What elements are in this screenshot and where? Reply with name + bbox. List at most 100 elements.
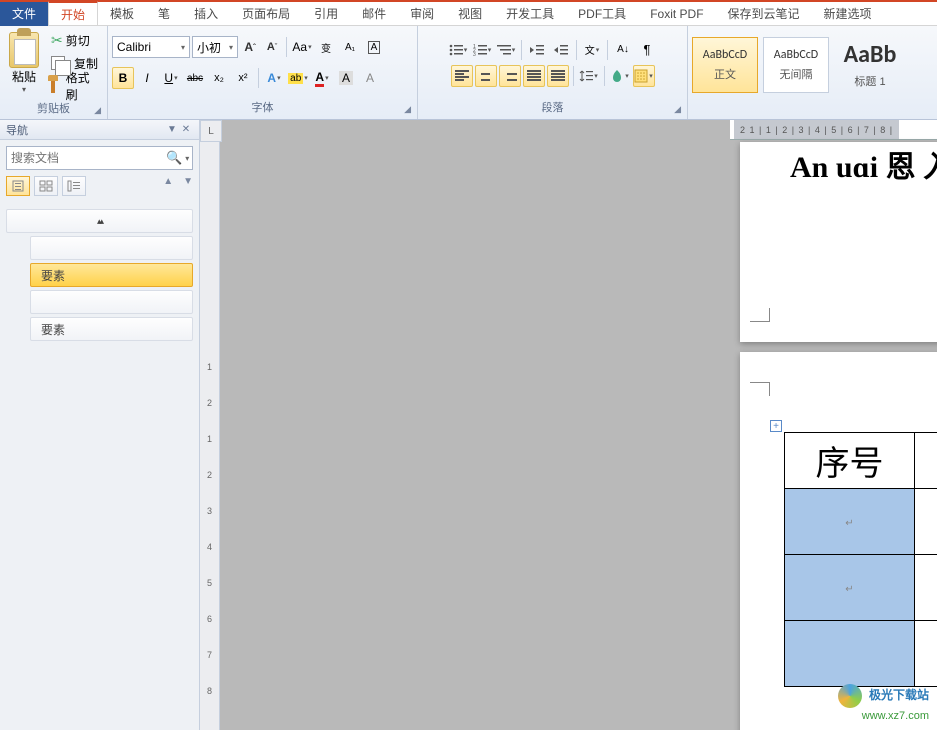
watermark-logo-icon xyxy=(838,684,862,708)
tab-savecloud[interactable]: 保存到云笔记 xyxy=(716,2,812,26)
style-heading1[interactable]: AaBb 标题 1 xyxy=(834,37,906,93)
nav-view-pages[interactable] xyxy=(34,176,58,196)
watermark-url: www.xz7.com xyxy=(862,710,929,722)
nav-dropdown-icon[interactable]: ▼ xyxy=(165,124,179,135)
show-marks-button[interactable]: ¶ xyxy=(636,39,658,61)
shading-button[interactable]: ▾ xyxy=(609,65,631,87)
nav-view-headings[interactable] xyxy=(6,176,30,196)
table-header-cell[interactable]: 序号 xyxy=(785,433,915,489)
search-input[interactable]: 🔍 ▾ xyxy=(6,146,193,170)
tab-file[interactable]: 文件 xyxy=(0,2,48,26)
table-anchor-icon[interactable]: + xyxy=(770,420,782,432)
align-distribute-button[interactable] xyxy=(547,65,569,87)
horizontal-ruler[interactable]: 2 1 | 1 | 2 | 3 | 4 | 5 | 6 | 7 | 8 | xyxy=(730,120,937,140)
superscript-button[interactable]: x² xyxy=(232,67,254,89)
ruler-corner[interactable]: L xyxy=(200,120,222,142)
cut-label: 剪切 xyxy=(66,32,90,49)
tab-developer[interactable]: 开发工具 xyxy=(494,2,566,26)
nav-collapse-up-icon[interactable]: ▲ xyxy=(163,176,173,196)
align-right-button[interactable] xyxy=(499,65,521,87)
tab-pagelayout[interactable]: 页面布局 xyxy=(230,2,302,26)
tab-foxit[interactable]: Foxit PDF xyxy=(638,2,715,26)
expand-icon[interactable]: ◢ xyxy=(404,104,411,115)
table-cell-selected[interactable]: ↵ xyxy=(785,489,915,555)
tab-mail[interactable]: 邮件 xyxy=(350,2,398,26)
paste-button[interactable]: 粘贴 ▾ xyxy=(4,28,44,98)
table-cell[interactable] xyxy=(915,489,937,555)
font-name-combo[interactable]: Calibri▾ xyxy=(112,36,190,58)
bullets-button[interactable]: ▾ xyxy=(447,39,469,61)
nav-view-results[interactable] xyxy=(62,176,86,196)
change-case-button[interactable]: Aa▾ xyxy=(291,36,313,58)
svg-text:3: 3 xyxy=(473,52,476,56)
tree-item[interactable] xyxy=(30,236,193,260)
ribbon: 粘贴 ▾ ✂ 剪切 复制 格式刷 剪贴板◢ xyxy=(0,26,937,120)
tab-strip: 文件 开始 模板 笔 插入 页面布局 引用 邮件 审阅 视图 开发工具 PDF工… xyxy=(0,2,937,26)
shrink-font-button[interactable]: Aˇ xyxy=(262,36,282,58)
line-spacing-button[interactable]: ▾ xyxy=(578,65,600,87)
table-cell[interactable] xyxy=(915,621,937,687)
tree-item-top[interactable]: ▴▴ xyxy=(6,209,193,233)
font-size-combo[interactable]: 小初▾ xyxy=(192,36,238,58)
sort-button[interactable]: A↓ xyxy=(612,39,634,61)
tab-template[interactable]: 模板 xyxy=(98,2,146,26)
tab-references[interactable]: 引用 xyxy=(302,2,350,26)
nav-close-icon[interactable]: ✕ xyxy=(179,124,193,135)
page-1[interactable]: An uɑi 恩 入 xyxy=(740,142,937,342)
table-cell[interactable] xyxy=(915,555,937,621)
strike-button[interactable]: abc xyxy=(184,67,206,89)
tab-pdftools[interactable]: PDF工具 xyxy=(566,2,638,26)
tab-insert[interactable]: 插入 xyxy=(182,2,230,26)
text-direction-button[interactable]: 文▾ xyxy=(581,39,603,61)
italic-button[interactable]: I xyxy=(136,67,158,89)
tab-home[interactable]: 开始 xyxy=(48,1,98,25)
font-color-button[interactable]: A▾ xyxy=(311,67,333,89)
tab-pen[interactable]: 笔 xyxy=(146,2,182,26)
tree-item[interactable] xyxy=(30,290,193,314)
char-border-button[interactable]: A xyxy=(363,36,385,58)
phonetic-button[interactable]: 变 xyxy=(315,36,337,58)
tab-newoption[interactable]: 新建选项 xyxy=(812,2,884,26)
search-icon[interactable]: 🔍 xyxy=(166,150,182,166)
enclose-button[interactable]: A₁ xyxy=(339,36,361,58)
tab-view[interactable]: 视图 xyxy=(446,2,494,26)
table-cell-selected[interactable]: ↵ xyxy=(785,555,915,621)
cut-button[interactable]: ✂ 剪切 xyxy=(47,29,103,51)
subscript-button[interactable]: x₂ xyxy=(208,67,230,89)
table-cell-selected[interactable] xyxy=(785,621,915,687)
text-effects-button[interactable]: A▾ xyxy=(263,67,285,89)
paragraph-group-label: 段落◢ xyxy=(422,97,683,117)
search-field[interactable] xyxy=(11,151,166,165)
multilevel-button[interactable]: ▾ xyxy=(495,39,517,61)
clear-format-button[interactable]: A xyxy=(359,67,381,89)
vertical-ruler[interactable]: 1 2 1 2 3 4 5 6 7 8 xyxy=(200,142,220,730)
page-2[interactable]: + 序号 ↵ ↵ xyxy=(740,352,937,730)
bold-button[interactable]: B xyxy=(112,67,134,89)
style-normal[interactable]: AaBbCcD 正文 xyxy=(692,37,758,93)
decrease-indent-button[interactable] xyxy=(526,39,548,61)
search-dropdown-icon[interactable]: ▾ xyxy=(185,154,189,163)
tree-item[interactable]: 要素 xyxy=(30,317,193,341)
align-justify-button[interactable] xyxy=(523,65,545,87)
char-shading-button[interactable]: A xyxy=(335,67,357,89)
borders-button[interactable]: ▾ xyxy=(633,65,655,87)
expand-icon[interactable]: ◢ xyxy=(94,105,101,116)
styles-group-label xyxy=(692,101,933,117)
underline-button[interactable]: U▾ xyxy=(160,67,182,89)
align-left-button[interactable] xyxy=(451,65,473,87)
nav-tree: ▴▴ 要素 要素 xyxy=(0,202,199,348)
tab-review[interactable]: 审阅 xyxy=(398,2,446,26)
align-center-button[interactable] xyxy=(475,65,497,87)
document-area[interactable]: L 2 1 | 1 | 2 | 3 | 4 | 5 | 6 | 7 | 8 | … xyxy=(200,120,937,730)
numbering-button[interactable]: 123▾ xyxy=(471,39,493,61)
grow-font-button[interactable]: Aˆ xyxy=(240,36,260,58)
document-table[interactable]: 序号 ↵ ↵ xyxy=(784,432,937,687)
highlight-button[interactable]: ab▾ xyxy=(287,67,309,89)
table-header-cell[interactable] xyxy=(915,433,937,489)
style-nospacing[interactable]: AaBbCcD 无间隔 xyxy=(763,37,829,93)
tree-item-selected[interactable]: 要素 xyxy=(30,263,193,287)
expand-icon[interactable]: ◢ xyxy=(674,104,681,115)
nav-collapse-down-icon[interactable]: ▼ xyxy=(183,176,193,196)
format-painter-button[interactable]: 格式刷 xyxy=(47,75,103,97)
increase-indent-button[interactable] xyxy=(550,39,572,61)
